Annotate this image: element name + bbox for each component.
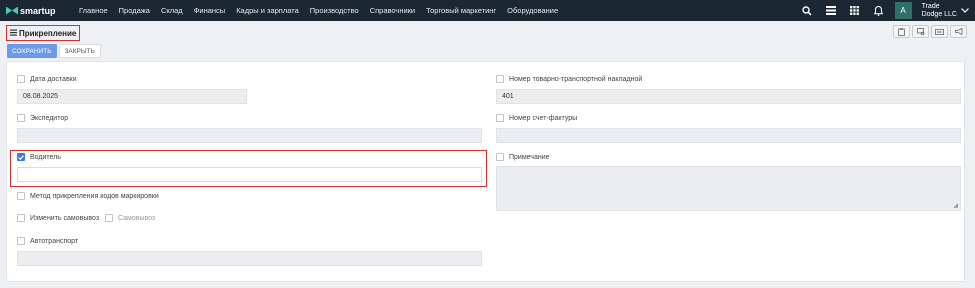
vehicle-checkbox[interactable] (17, 237, 25, 245)
menu-item-warehouse[interactable]: Склад (161, 6, 183, 15)
waybill-checkbox[interactable] (496, 75, 504, 83)
menu-item-equipment[interactable]: Оборудование (507, 6, 558, 15)
change-pickup-checkbox[interactable] (17, 214, 25, 222)
page-header: Прикрепление (0, 21, 975, 44)
marking-method-checkbox[interactable] (17, 192, 25, 200)
pickup-label: Самовывоз (105, 214, 155, 222)
delivery-date-label-text: Дата доставки (30, 75, 77, 83)
save-button[interactable]: СОХРАНИТЬ (7, 44, 57, 58)
note-label-text: Примечание (509, 153, 550, 161)
close-button[interactable]: ЗАКРЫТЬ (58, 44, 101, 58)
pickup-checkbox[interactable] (105, 214, 113, 222)
note-textarea[interactable]: ◢ (496, 166, 961, 211)
forwarder-checkbox[interactable] (17, 114, 25, 122)
menu-item-trade-marketing[interactable]: Торговый маркетинг (426, 6, 496, 15)
chevron-down-icon[interactable] (961, 6, 969, 15)
logo-text: smartup (20, 5, 56, 16)
clipboard-icon[interactable] (893, 25, 910, 38)
pickup-label-text: Самовывоз (118, 214, 156, 222)
page-title: Прикрепление (6, 25, 81, 41)
hamburger-icon[interactable] (10, 29, 17, 38)
note-label: Примечание (496, 153, 550, 161)
main-menu: Главное Продажа Склад Финансы Кадры и за… (79, 6, 569, 15)
marking-method-label: Метод прикрепления кодов маркировки (17, 192, 159, 200)
marking-method-label-text: Метод прикрепления кодов маркировки (30, 192, 159, 200)
menu-item-finance[interactable]: Финансы (194, 6, 226, 15)
chat-search-icon[interactable] (912, 25, 929, 38)
nav-right: A Trade Dodge LLC (795, 0, 969, 21)
waybill-label: Номер товарно-транспортной накладной (496, 75, 642, 83)
vehicle-label-text: Автотранспорт (30, 237, 79, 245)
bell-icon[interactable] (867, 0, 891, 21)
forwarder-label-text: Экспедитор (30, 114, 69, 122)
list-icon[interactable] (819, 0, 843, 21)
apps-grid-icon[interactable] (843, 0, 867, 21)
vehicle-label: Автотранспорт (17, 237, 78, 245)
invoice-checkbox[interactable] (496, 114, 504, 122)
invoice-label-text: Номер счет-фактуры (509, 114, 578, 122)
delivery-date-input[interactable]: 08.08.2025 (17, 89, 247, 104)
menu-item-references[interactable]: Справочники (370, 6, 415, 15)
waybill-input[interactable]: 401 (496, 89, 961, 104)
top-nav: smartup Главное Продажа Склад Финансы Ка… (0, 0, 975, 21)
vehicle-input[interactable] (17, 251, 482, 266)
header-tools (891, 25, 967, 38)
waybill-label-text: Номер товарно-транспортной накладной (509, 75, 643, 83)
driver-highlight (10, 150, 487, 187)
user-menu[interactable]: Trade Dodge LLC (922, 3, 957, 19)
menu-item-production[interactable]: Производство (310, 6, 359, 15)
user-name: Trade (921, 2, 940, 10)
logo[interactable]: smartup (6, 6, 66, 16)
avatar[interactable]: A (894, 2, 912, 19)
resize-handle-icon[interactable]: ◢ (953, 202, 958, 209)
action-bar: СОХРАНИТЬ ЗАКРЫТЬ (7, 44, 101, 58)
menu-item-hr[interactable]: Кадры и зарплата (236, 6, 299, 15)
forwarder-label: Экспедитор (17, 114, 68, 122)
delivery-date-label: Дата доставки (17, 75, 77, 83)
menu-item-sales[interactable]: Продажа (119, 6, 150, 15)
invoice-label: Номер счет-фактуры (496, 114, 577, 122)
forwarder-input[interactable] (17, 128, 482, 143)
page-title-text: Прикрепление (19, 28, 77, 38)
megaphone-icon[interactable] (950, 25, 967, 38)
user-company: Dodge LLC (921, 10, 957, 18)
change-pickup-label: Изменить самовывоз (17, 214, 99, 222)
invoice-input[interactable] (496, 128, 961, 143)
menu-item-main[interactable]: Главное (79, 6, 108, 15)
delivery-date-checkbox[interactable] (17, 75, 25, 83)
note-checkbox[interactable] (496, 153, 504, 161)
change-pickup-label-text: Изменить самовывоз (30, 214, 100, 222)
search-icon[interactable] (795, 0, 819, 21)
keyboard-icon[interactable] (931, 25, 948, 38)
logo-icon (6, 7, 18, 15)
